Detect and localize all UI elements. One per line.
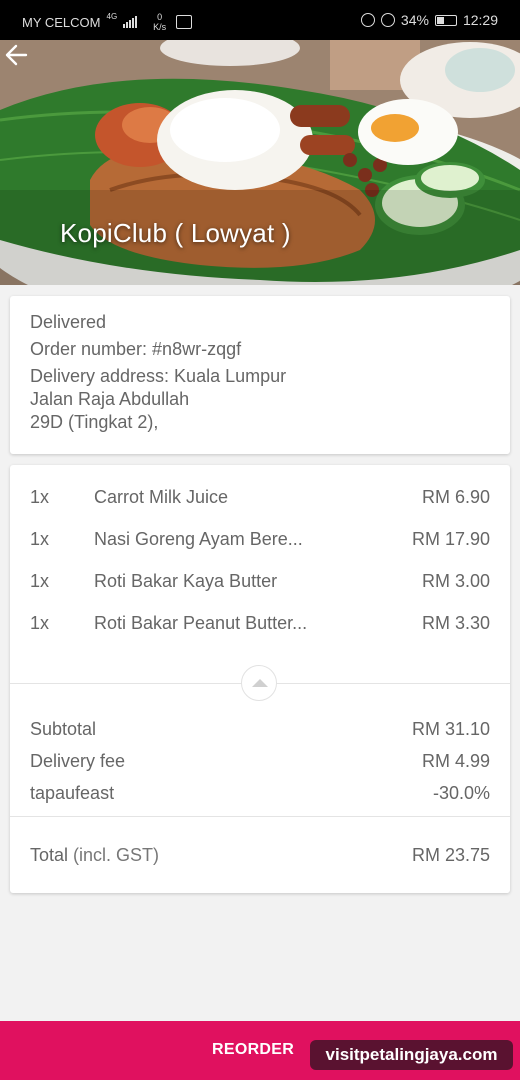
- divider: [10, 816, 510, 817]
- item-name: Nasi Goreng Ayam Bere...: [94, 529, 303, 549]
- network-type: 4G: [106, 11, 118, 21]
- watermark-label: visitpetalingjaya.com: [310, 1040, 513, 1070]
- promo-row: tapaufeast -30.0%: [30, 783, 490, 807]
- total-label-group: Total (incl. GST): [30, 845, 159, 866]
- item-price: RM 17.90: [411, 529, 490, 549]
- speed-value: 0: [157, 12, 163, 22]
- delivery-fee-row: Delivery fee RM 4.99: [30, 751, 490, 775]
- order-items-card: 1x Carrot Milk Juice RM 6.90 1x Nasi Gor…: [10, 465, 510, 893]
- list-item: 1x Roti Bakar Kaya Butter RM 3.00: [30, 571, 490, 595]
- reorder-button[interactable]: REORDER: [212, 1041, 294, 1059]
- list-item: 1x Carrot Milk Juice RM 6.90: [30, 487, 490, 511]
- item-price: RM 6.90: [421, 487, 490, 507]
- subtotal-value: RM 31.10: [411, 719, 490, 739]
- restaurant-name: KopiClub ( Lowyat ): [60, 218, 291, 248]
- delivery-fee-value: RM 4.99: [421, 751, 490, 771]
- item-quantity: 1x: [30, 487, 50, 507]
- item-name: Roti Bakar Kaya Butter: [94, 571, 278, 591]
- item-name: Roti Bakar Peanut Butter...: [94, 613, 308, 633]
- item-quantity: 1x: [30, 613, 50, 633]
- total-row: Total (incl. GST) RM 23.75: [30, 845, 490, 869]
- item-price: RM 3.30: [421, 613, 490, 633]
- subtotal-label: Subtotal: [30, 719, 97, 739]
- order-number: Order number: #n8wr-zqgf: [30, 339, 242, 359]
- speed-unit: K/s: [153, 22, 167, 32]
- promo-code-label: tapaufeast: [30, 783, 115, 803]
- delivery-address-line3: 29D (Tingkat 2),: [30, 412, 159, 432]
- item-quantity: 1x: [30, 571, 50, 591]
- arrow-left-icon[interactable]: [0, 40, 36, 70]
- network-speed: 0 K/s: [153, 12, 166, 32]
- delivery-fee-label: Delivery fee: [30, 751, 126, 771]
- battery-percent: 34%: [400, 12, 429, 28]
- list-item: 1x Roti Bakar Peanut Butter... RM 3.30: [30, 613, 490, 637]
- eye-icon: [360, 13, 375, 27]
- promo-discount-value: -30.0%: [432, 783, 490, 803]
- item-name: Carrot Milk Juice: [94, 487, 229, 507]
- clock-time: 12:29: [462, 12, 498, 28]
- delivery-address-line1: Delivery address: Kuala Lumpur: [30, 366, 287, 386]
- order-info-card: Delivered Order number: #n8wr-zqgf Deliv…: [10, 296, 510, 454]
- status-left: MY CELCOM 4G 0 K/s: [22, 11, 193, 32]
- alarm-icon: [380, 13, 395, 27]
- battery-icon: [434, 14, 457, 26]
- carrier-label: MY CELCOM: [22, 14, 101, 30]
- status-right: 34% 12:29: [360, 12, 498, 28]
- total-label: Total: [30, 845, 69, 865]
- total-value: RM 23.75: [411, 845, 490, 865]
- delivery-address-line2: Jalan Raja Abdullah: [30, 389, 190, 409]
- collapse-items-button[interactable]: [241, 665, 277, 701]
- list-item: 1x Nasi Goreng Ayam Bere... RM 17.90: [30, 529, 490, 553]
- status-bar: MY CELCOM 4G 0 K/s 34% 12:29: [0, 0, 520, 40]
- item-quantity: 1x: [30, 529, 50, 549]
- total-note: (incl. GST): [73, 845, 160, 865]
- order-status: Delivered: [30, 312, 107, 332]
- chevron-up-icon: [252, 679, 268, 687]
- restaurant-hero-image: KopiClub ( Lowyat ): [0, 40, 520, 285]
- message-icon: [176, 15, 193, 29]
- signal-icon: [123, 16, 138, 28]
- item-price: RM 3.00: [421, 571, 490, 591]
- subtotal-row: Subtotal RM 31.10: [30, 719, 490, 743]
